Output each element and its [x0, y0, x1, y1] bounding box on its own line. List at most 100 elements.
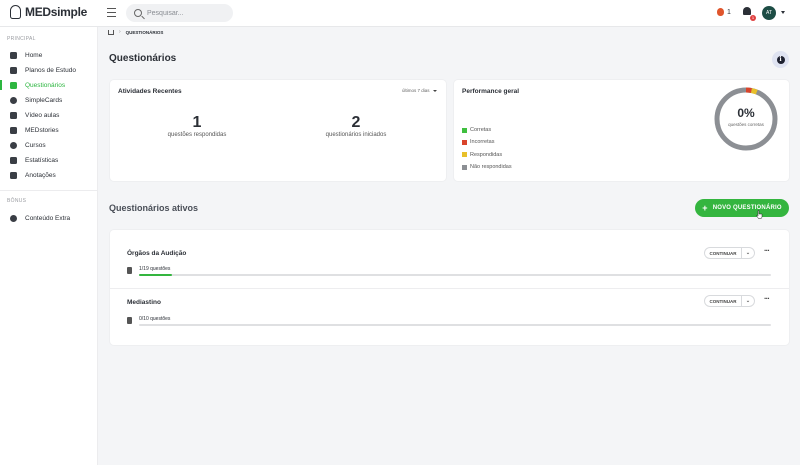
notifications-button[interactable]: 1: [743, 7, 756, 21]
clipboard-icon: [127, 317, 132, 324]
logo[interactable]: MEDsimple: [10, 5, 87, 19]
sidebar: PRINCIPAL Home Planos de Estudo Question…: [0, 27, 98, 465]
sidebar-item-label: Questionários: [25, 81, 66, 89]
chevron-down-icon[interactable]: ⌄: [742, 250, 754, 256]
badge-icon: [10, 214, 17, 222]
section-label-principal: PRINCIPAL: [7, 36, 36, 42]
info-button[interactable]: i: [772, 51, 789, 68]
courses-icon: [10, 141, 17, 149]
book-icon: [10, 66, 17, 74]
sidebar-item-questionarios[interactable]: Questionários: [0, 78, 97, 92]
sidebar-item-label: Home: [25, 51, 43, 59]
sidebar-item-cursos[interactable]: Cursos: [0, 138, 97, 152]
sidebar-item-conteudo-extra[interactable]: Conteúdo Extra: [0, 211, 97, 225]
legend-label: Respondidas: [470, 151, 503, 158]
search-input[interactable]: [147, 9, 227, 17]
legend-swatch: [462, 164, 467, 170]
chevron-down-icon[interactable]: ⌄: [742, 298, 754, 304]
bell-icon: [743, 7, 751, 15]
sidebar-divider: [0, 190, 97, 191]
continue-button[interactable]: CONTINUAR ⌄: [704, 247, 755, 259]
clipboard-icon: [127, 267, 132, 274]
sidebar-item-planos[interactable]: Planos de Estudo: [0, 63, 97, 77]
quiz-progress-bar: [139, 274, 771, 276]
legend-item: Incorretas: [462, 136, 512, 148]
legend-label: Não respondidas: [470, 164, 512, 171]
streak-counter[interactable]: 1: [717, 8, 731, 16]
chevron-right-icon: ›: [119, 29, 121, 35]
lightbulb-icon: [10, 5, 21, 19]
sidebar-item-label: Anotações: [25, 171, 56, 179]
continue-label: CONTINUAR: [709, 250, 737, 256]
breadcrumb: › QUESTIONÁRIOS: [108, 29, 163, 35]
more-options-icon[interactable]: ···: [764, 294, 770, 303]
sidebar-item-video-aulas[interactable]: Vídeo aulas: [0, 108, 97, 122]
sidebar-item-label: Estatísticas: [25, 156, 59, 164]
recent-activities-title: Atividades Recentes: [118, 88, 182, 95]
stories-icon: [10, 126, 17, 134]
stats-icon: [10, 156, 17, 164]
menu-toggle-icon[interactable]: [107, 8, 116, 17]
cards-icon: [10, 96, 17, 104]
range-select-label: últimos 7 dias: [402, 88, 430, 93]
answered-label: questões respondidas: [167, 132, 227, 138]
quiz-title[interactable]: Órgãos da Audição: [127, 250, 186, 257]
search-box[interactable]: [126, 4, 233, 22]
legend-swatch: [462, 127, 467, 133]
plus-icon: +: [702, 202, 708, 213]
legend-label: Incorretas: [470, 139, 495, 146]
more-options-icon[interactable]: ···: [764, 246, 770, 255]
sidebar-item-label: Cursos: [25, 141, 46, 149]
sidebar-item-simplecards[interactable]: SimpleCards: [0, 93, 97, 107]
search-icon: [134, 9, 142, 17]
page-title: Questionários: [109, 53, 177, 64]
active-quizzes-heading: Questionários ativos: [109, 203, 199, 213]
chevron-down-icon: [432, 89, 437, 92]
fire-icon: [717, 8, 724, 16]
started-count: 2: [351, 114, 361, 131]
continue-button[interactable]: CONTINUAR ⌄: [704, 295, 755, 307]
breadcrumb-current: QUESTIONÁRIOS: [125, 29, 164, 35]
sidebar-item-anotacoes[interactable]: Anotações: [0, 168, 97, 182]
quiz-progress-fill: [139, 274, 173, 276]
new-quiz-label: NOVO QUESTIONÁRIO: [712, 205, 782, 211]
legend-item: Não respondidas: [462, 161, 512, 173]
quiz-divider: [110, 288, 789, 289]
top-bar: MEDsimple 1 1 AT: [0, 0, 800, 27]
legend-swatch: [462, 152, 467, 158]
streak-count: 1: [727, 8, 731, 16]
quiz-title[interactable]: Mediastino: [127, 299, 161, 306]
legend-label: Corretas: [470, 127, 492, 134]
performance-legend: Corretas Incorretas Respondidas Não resp…: [462, 124, 512, 173]
hand-cursor-icon: [756, 210, 763, 219]
continue-label: CONTINUAR: [709, 298, 737, 304]
video-icon: [10, 111, 17, 119]
donut-percent: 0%: [737, 106, 755, 120]
legend-item: Corretas: [462, 124, 512, 136]
sidebar-item-home[interactable]: Home: [0, 48, 97, 62]
quiz-progress-text: 1/19 questões: [139, 266, 171, 272]
sidebar-item-medstories[interactable]: MEDstories: [0, 123, 97, 137]
notification-badge: 1: [750, 15, 756, 21]
legend-swatch: [462, 139, 467, 145]
started-label: questionários iniciados: [325, 132, 387, 138]
section-label-bonus: BÔNUS: [7, 198, 27, 204]
quiz-progress-bar: [139, 324, 771, 326]
home-icon[interactable]: [108, 29, 114, 35]
avatar[interactable]: AT: [762, 6, 776, 20]
quiz-progress-text: 0/10 questões: [139, 316, 171, 322]
home-icon: [10, 51, 17, 59]
range-select[interactable]: últimos 7 dias: [402, 88, 437, 93]
sidebar-item-label: Conteúdo Extra: [25, 214, 71, 222]
logo-text: MEDsimple: [25, 5, 87, 19]
sidebar-item-label: MEDstories: [25, 126, 59, 134]
sidebar-item-label: Planos de Estudo: [25, 66, 76, 74]
new-quiz-button[interactable]: + NOVO QUESTIONÁRIO: [695, 199, 789, 217]
sidebar-item-label: SimpleCards: [25, 96, 63, 104]
answered-count: 1: [192, 114, 202, 131]
checklist-icon: [10, 81, 17, 89]
sidebar-item-estatisticas[interactable]: Estatísticas: [0, 153, 97, 167]
notes-icon: [10, 171, 17, 179]
chevron-down-icon[interactable]: [781, 11, 785, 14]
performance-title: Performance geral: [462, 88, 520, 95]
